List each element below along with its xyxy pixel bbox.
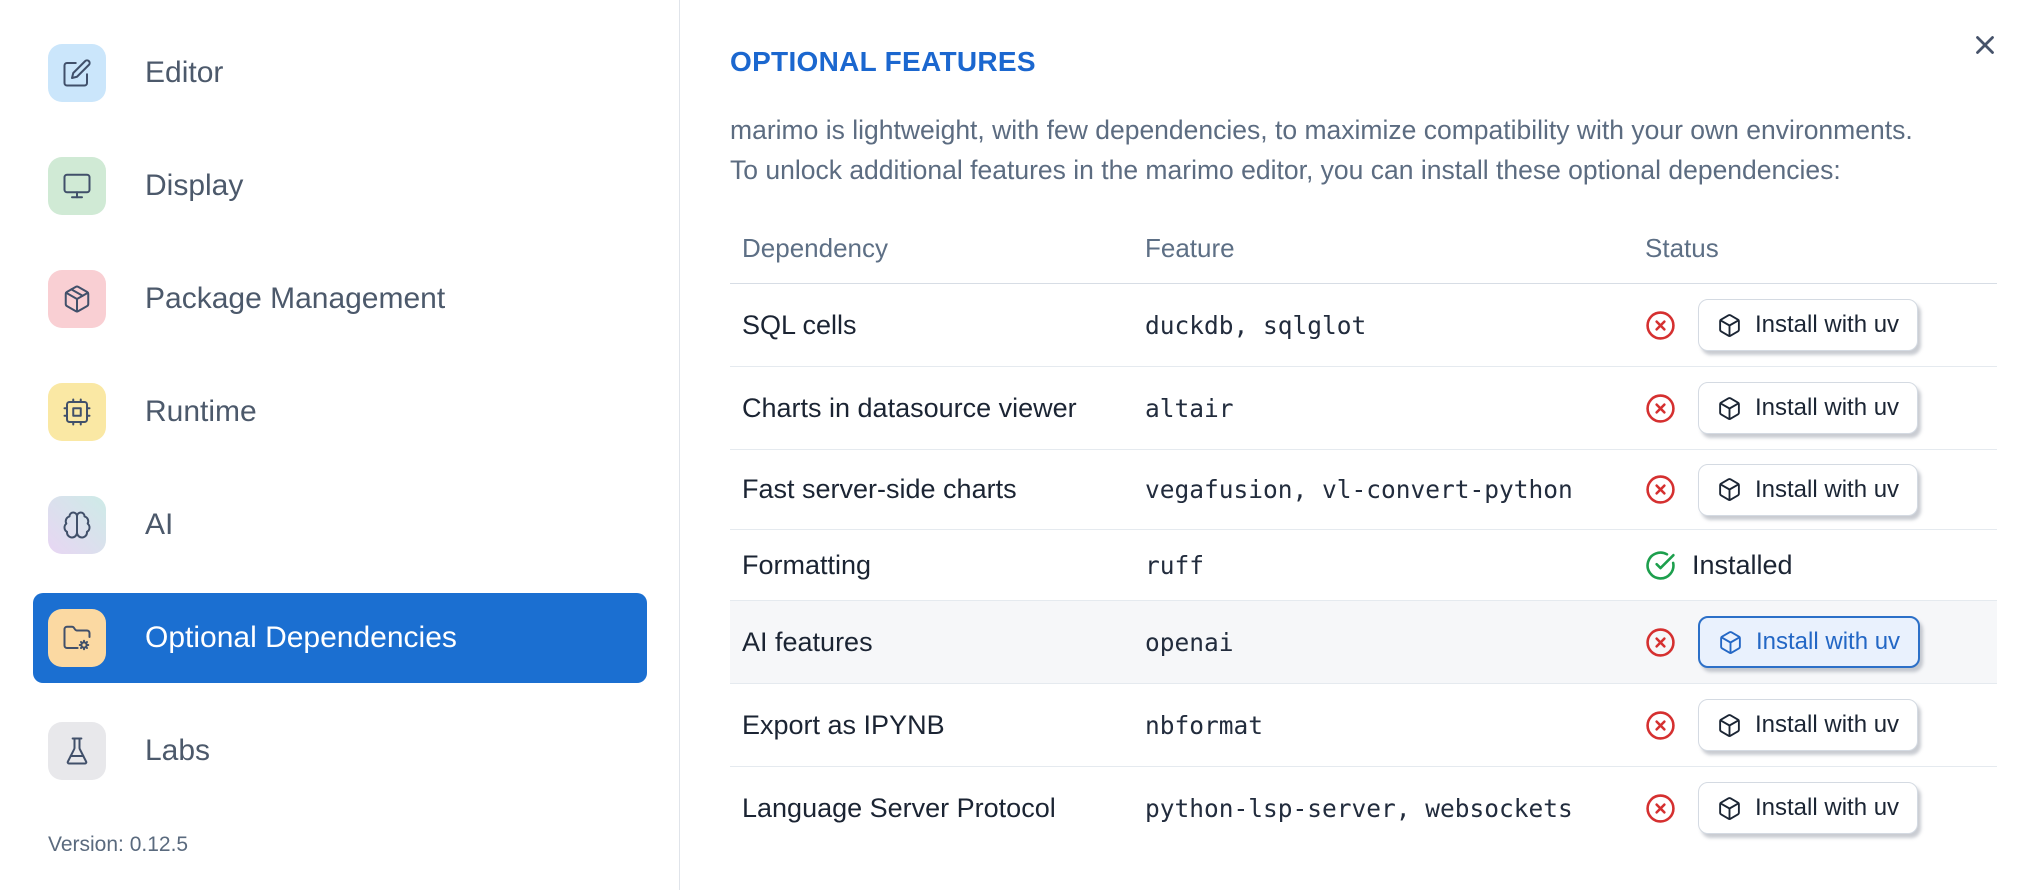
circle-x-icon	[1645, 710, 1676, 741]
close-button[interactable]	[1962, 22, 2008, 68]
circle-check-icon	[1645, 550, 1676, 581]
dependencies-table: Dependency Feature Status SQL cells duckd…	[730, 214, 1997, 849]
box-icon	[1717, 796, 1742, 821]
feature-cell: vegafusion, vl-convert-python	[1145, 475, 1573, 504]
sidebar-item-label: Editor	[145, 56, 224, 89]
description-line-1: marimo is lightweight, with few dependen…	[730, 115, 1913, 145]
dependency-cell: SQL cells	[742, 309, 857, 340]
install-with-uv-button[interactable]: Install with uv	[1698, 299, 1919, 351]
column-header-feature: Feature	[1145, 233, 1235, 263]
cpu-icon	[48, 383, 106, 441]
box-icon	[1717, 313, 1742, 338]
box-icon	[1717, 713, 1742, 738]
sidebar-item-label: Runtime	[145, 395, 257, 428]
install-with-uv-button[interactable]: Install with uv	[1698, 782, 1919, 834]
table-row-formatting: Formatting ruff Installed	[730, 530, 1997, 601]
dependency-cell: AI features	[742, 626, 873, 657]
description-line-2: To unlock additional features in the mar…	[730, 155, 1841, 185]
dependency-cell: Charts in datasource viewer	[742, 392, 1077, 423]
status-cell: Install with uv	[1645, 782, 1997, 834]
sidebar-item-label: Labs	[145, 734, 211, 767]
brain-icon	[48, 496, 106, 554]
settings-sidebar: Editor Display Package Management Runtime AI…	[0, 0, 680, 890]
sidebar-item-runtime[interactable]: Runtime	[33, 367, 647, 457]
feature-cell: python-lsp-server, websockets	[1145, 793, 1573, 823]
install-button-label: Install with uv	[1755, 475, 1900, 503]
dependency-cell: Language Server Protocol	[742, 792, 1056, 823]
feature-cell: nbformat	[1145, 710, 1264, 740]
package-icon	[48, 270, 106, 328]
table-row-sql-cells: SQL cells duckdb, sqlglot Install with uv	[730, 284, 1997, 367]
install-with-uv-button[interactable]: Install with uv	[1698, 463, 1919, 516]
table-header-row: Dependency Feature Status	[730, 214, 1997, 284]
install-button-label: Install with uv	[1755, 394, 1900, 421]
table-row-language-server-protocol: Language Server Protocol python-lsp-serve…	[730, 767, 1997, 849]
install-with-uv-button[interactable]: Install with uv	[1698, 382, 1919, 434]
feature-cell: ruff	[1145, 550, 1205, 580]
status-cell: Install with uv	[1645, 616, 1997, 668]
box-icon	[1717, 477, 1742, 502]
box-icon	[1718, 630, 1743, 655]
dependency-cell: Export as IPYNB	[742, 709, 945, 740]
install-with-uv-button[interactable]: Install with uv	[1698, 616, 1921, 668]
status-cell: Install with uv	[1645, 382, 1997, 434]
table-row-export-as-ipynb: Export as IPYNB nbformat Install with uv	[730, 684, 1997, 767]
folder-cog-icon	[48, 609, 106, 667]
sidebar-item-label: AI	[145, 508, 174, 541]
sidebar-item-ai[interactable]: AI	[33, 480, 647, 570]
dependency-cell: Fast server-side charts	[742, 474, 1017, 504]
table-body: SQL cells duckdb, sqlglot Install with uv C…	[730, 284, 1997, 849]
status-cell: Install with uv	[1645, 463, 1997, 516]
circle-x-icon	[1645, 627, 1676, 658]
feature-cell: altair	[1145, 393, 1234, 423]
sidebar-item-package-management[interactable]: Package Management	[33, 254, 647, 344]
install-button-label: Install with uv	[1756, 628, 1901, 655]
sidebar-item-label: Optional Dependencies	[145, 621, 457, 654]
sidebar-item-label: Package Management	[145, 282, 446, 315]
panel-description: marimo is lightweight, with few dependen…	[730, 110, 2042, 190]
table-row-charts-in-datasource-viewer: Charts in datasource viewer altair Install…	[730, 367, 1997, 450]
sidebar-item-label: Display	[145, 169, 244, 202]
status-cell: Installed	[1645, 550, 1997, 581]
sidebar-item-display[interactable]: Display	[33, 141, 647, 231]
install-with-uv-button[interactable]: Install with uv	[1698, 699, 1919, 751]
circle-x-icon	[1645, 793, 1676, 824]
sidebar-item-labs[interactable]: Labs	[33, 706, 647, 796]
dependency-cell: Formatting	[742, 549, 872, 580]
column-header-dependency: Dependency	[742, 233, 888, 263]
optional-features-panel: OPTIONAL FEATURES marimo is lightweight,…	[681, 0, 2042, 890]
x-icon	[1970, 30, 2000, 60]
box-icon	[1717, 396, 1742, 421]
column-header-status: Status	[1645, 233, 1719, 263]
flask-icon	[48, 722, 106, 780]
sidebar-item-editor[interactable]: Editor	[33, 28, 647, 118]
sidebar-item-optional-dependencies[interactable]: Optional Dependencies	[33, 593, 647, 683]
status-cell: Install with uv	[1645, 699, 1997, 751]
status-cell: Install with uv	[1645, 299, 1997, 351]
install-button-label: Install with uv	[1755, 311, 1900, 338]
circle-x-icon	[1645, 310, 1676, 341]
feature-cell: duckdb, sqlglot	[1145, 310, 1367, 340]
table-row-fast-server-side-charts: Fast server-side charts vegafusion, vl-co…	[730, 450, 1997, 530]
circle-x-icon	[1645, 474, 1676, 505]
edit-icon	[48, 44, 106, 102]
version-label: Version: 0.12.5	[48, 833, 189, 856]
settings-dialog: Editor Display Package Management Runtime AI…	[0, 0, 2042, 890]
page-title: OPTIONAL FEATURES	[730, 46, 1036, 77]
circle-x-icon	[1645, 393, 1676, 424]
monitor-icon	[48, 157, 106, 215]
table-row-ai-features: AI features openai Install with uv	[730, 601, 1997, 684]
install-button-label: Install with uv	[1755, 794, 1900, 821]
status-installed-label: Installed	[1692, 549, 1793, 580]
install-button-label: Install with uv	[1755, 711, 1900, 738]
feature-cell: openai	[1145, 627, 1234, 657]
